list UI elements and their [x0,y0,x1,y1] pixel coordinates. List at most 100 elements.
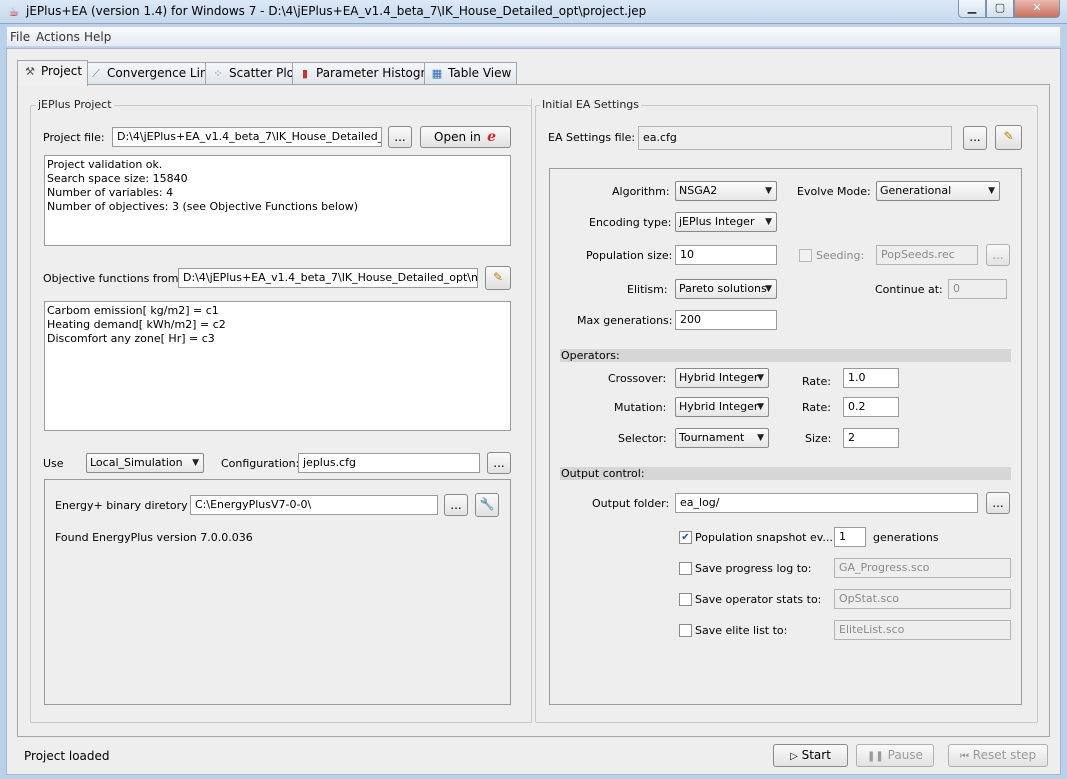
reset-label: Reset step [972,748,1037,762]
population-label: Population size: [586,249,673,262]
menu-help[interactable]: Help [84,30,111,44]
browse-seeding-button[interactable]: ... [986,244,1010,266]
ea-settings-file-field[interactable]: ea.cfg [638,126,952,150]
output-control-section: Output control: [560,467,1011,480]
minimize-button[interactable]: ▁ [958,0,986,18]
seeding-field[interactable]: PopSeeds.rec [876,245,978,265]
validation-line: Number of objectives: 3 (see Objective F… [47,200,358,213]
evolve-mode-value: Generational [880,184,952,197]
save-opstats-checkbox[interactable] [679,593,692,606]
histogram-icon: ▮ [301,67,309,80]
encoding-select[interactable]: jEPlus Integer ▼ [675,212,777,232]
edit-icon: ✎ [1003,129,1014,143]
objective-line: Heating demand[ kWh/m2] = c2 [47,318,226,331]
validation-text-area[interactable]: Project validation ok. Search space size… [44,155,511,246]
size-field[interactable]: 2 [843,428,899,448]
tab-scatter-plot[interactable]: ⁘ Scatter Plot [205,62,305,85]
evolve-mode-label: Evolve Mode: [797,185,871,198]
elite-list-field[interactable]: EliteList.sco [834,620,1011,640]
scatter-plot-icon: ⁘ [213,67,223,80]
menu-bar: File Actions Help [6,26,1061,47]
mutation-rate-label: Rate: [802,401,831,414]
configure-ep-button[interactable]: 🔧 [475,493,499,517]
selector-select[interactable]: Tournament ▼ [675,428,769,448]
chevron-down-icon: ▼ [765,284,772,294]
tools-icon: ⚒ [25,65,35,78]
browse-project-button[interactable]: ... [388,126,412,148]
close-button[interactable]: ✕ [1014,0,1060,18]
edit-ea-settings-button[interactable]: ✎ [995,125,1022,150]
project-file-label: Project file: [43,131,105,144]
population-snapshot-checkbox[interactable]: ✔ [679,531,692,544]
crossover-rate-field[interactable]: 1.0 [843,368,899,388]
population-snapshot-label: Population snapshot ev... [695,531,833,544]
ep-dir-field[interactable]: C:\EnergyPlusV7-0-0\ [190,495,438,515]
start-button[interactable]: ▷ Start [773,744,848,767]
tab-project[interactable]: ⚒ Project [17,60,89,86]
menu-actions[interactable]: Actions [36,30,80,44]
pause-button[interactable]: ❚❚ Pause [856,744,934,767]
open-in-button[interactable]: Open in e [420,126,511,148]
evolve-mode-select[interactable]: Generational ▼ [876,181,1000,201]
browse-ep-dir-button[interactable]: ... [444,494,468,516]
chevron-down-icon: ▼ [757,402,764,412]
output-folder-field[interactable]: ea_log/ [675,493,978,513]
objectives-text-area[interactable]: Carbom emission[ kg/m2] = c1 Heating dem… [44,301,511,431]
save-elite-label: Save elite list to: [695,624,788,637]
java-icon: ☕ [8,5,20,19]
selector-value: Tournament [679,431,745,444]
splitter[interactable] [531,99,532,723]
start-label: Start [801,748,831,762]
tab-label: Scatter Plot [229,66,299,80]
chevron-down-icon: ▼ [192,458,199,468]
validation-line: Search space size: 15840 [47,172,188,185]
tab-table-view[interactable]: ▦ Table View [424,62,518,85]
algorithm-label: Algorithm: [612,185,670,198]
maximize-button[interactable]: ▢ [986,0,1014,18]
crossover-value: Hybrid Integer [679,371,759,384]
opstats-field[interactable]: OpStat.sco [834,589,1011,609]
max-generations-field[interactable]: 200 [675,310,777,330]
save-progress-checkbox[interactable] [679,562,692,575]
population-field[interactable]: 10 [675,245,777,265]
title-bar: ☕ jEPlus+EA (version 1.4) for Windows 7 … [0,0,1067,24]
mutation-label: Mutation: [614,401,667,414]
snapshot-interval-field[interactable]: 1 [834,527,866,547]
algorithm-select[interactable]: NSGA2 ▼ [675,181,777,201]
mutation-value: Hybrid Integer [679,400,759,413]
seeding-checkbox[interactable] [799,249,812,262]
menu-file[interactable]: File [10,30,30,44]
project-file-field[interactable]: D:\4\jEPlus+EA_v1.4_beta_7\IK_House_Deta… [112,127,382,147]
progress-log-field[interactable]: GA_Progress.sco [834,558,1011,578]
objective-line: Discomfort any zone[ Hr] = c3 [47,332,215,345]
mutation-rate-field[interactable]: 0.2 [843,397,899,417]
mutation-select[interactable]: Hybrid Integer ▼ [675,397,769,417]
table-icon: ▦ [431,67,443,80]
objective-line: Carbom emission[ kg/m2] = c1 [47,304,219,317]
validation-line: Project validation ok. [47,158,163,171]
crossover-select[interactable]: Hybrid Integer ▼ [675,368,769,388]
window-title: jEPlus+EA (version 1.4) for Windows 7 - … [26,4,647,18]
elitism-value: Pareto solutions [679,282,767,295]
pause-label: Pause [887,748,923,762]
chevron-down-icon: ▼ [765,217,772,227]
save-opstats-label: Save operator stats to: [695,593,822,606]
configuration-field[interactable]: jeplus.cfg [298,453,480,473]
browse-output-folder-button[interactable]: ... [986,492,1010,514]
objectives-file-field[interactable]: D:\4\jEPlus+EA_v1.4_beta_7\IK_House_Deta… [178,268,478,288]
browse-ea-settings-button[interactable]: ... [963,126,987,150]
edit-objectives-button[interactable]: ✎ [485,266,511,290]
elitism-select[interactable]: Pareto solutions ▼ [675,279,777,299]
browse-config-button[interactable]: ... [487,452,511,474]
objectives-label: Objective functions from: [43,272,183,285]
ea-settings-file-label: EA Settings file: [548,131,636,144]
reset-step-button[interactable]: ⏮ Reset step [948,744,1048,767]
use-select[interactable]: Local_Simulation ▼ [86,453,204,473]
encoding-value: jEPlus Integer [679,215,755,228]
continue-at-label: Continue at: [875,283,943,296]
group-title: jEPlus Project [36,98,114,111]
save-elite-checkbox[interactable] [679,624,692,637]
ep-dir-label: Energy+ binary diretory [55,499,188,512]
chevron-down-icon: ▼ [757,433,764,443]
continue-at-field[interactable]: 0 [948,279,1007,299]
